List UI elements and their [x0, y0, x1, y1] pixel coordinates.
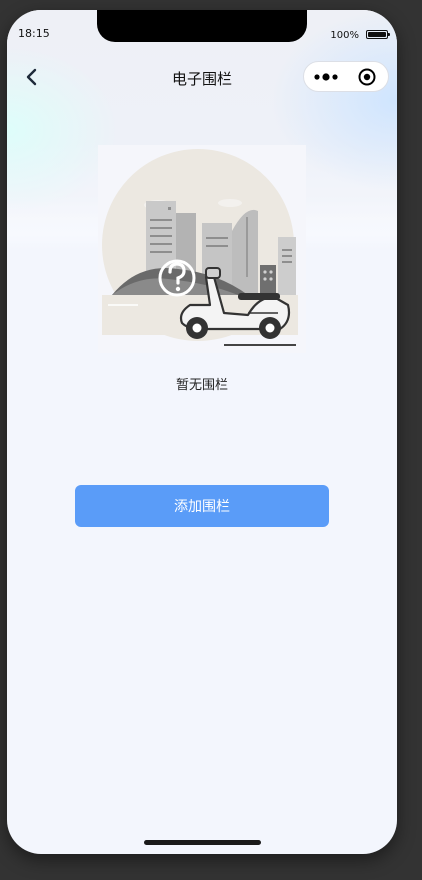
- empty-illustration: [98, 145, 306, 353]
- more-dots-icon: [313, 72, 338, 81]
- status-time: 18:15: [18, 27, 50, 40]
- home-indicator: [144, 840, 261, 845]
- battery-percent: 100%: [330, 30, 359, 41]
- notch: [97, 10, 307, 42]
- target-circle-icon: [358, 68, 375, 85]
- add-fence-button[interactable]: 添加围栏: [75, 485, 329, 527]
- mini-program-capsule: [303, 61, 389, 92]
- battery-icon: [366, 30, 390, 39]
- navigation-bar: 电子围栏: [7, 58, 397, 98]
- scooter-city-question-illustration: [98, 145, 306, 353]
- status-bar: 18:15 100%: [7, 10, 397, 54]
- phone-screen: 18:15 100% 电子围栏 暂无围栏 添加围栏: [7, 10, 397, 854]
- more-button[interactable]: [304, 62, 347, 91]
- empty-state-text: 暂无围栏: [175, 378, 228, 393]
- close-button[interactable]: [345, 62, 388, 91]
